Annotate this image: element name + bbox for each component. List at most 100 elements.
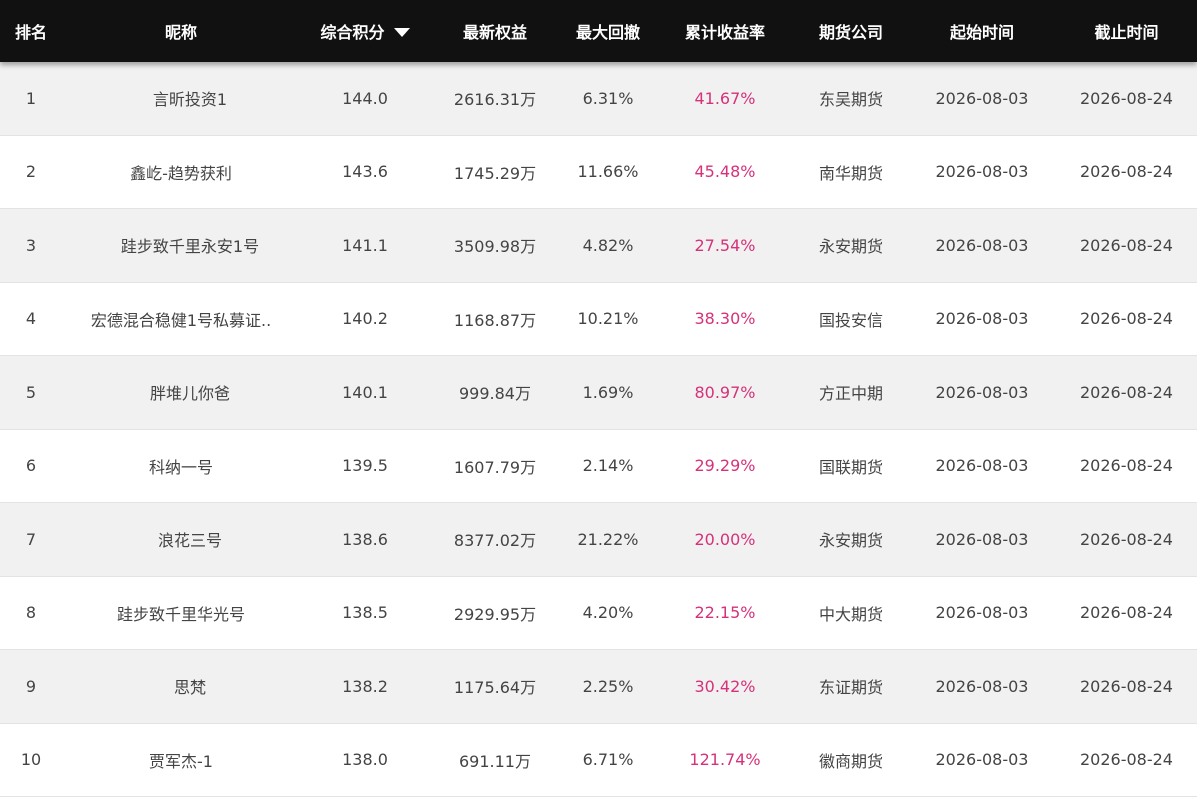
equity-cell: 691.11万 (430, 748, 560, 772)
company-cell: 东吴期货 (794, 86, 908, 110)
end-date-cell: 2026-08-24 (1056, 677, 1197, 696)
drawdown-cell: 4.82% (560, 236, 656, 255)
score-cell: 141.1 (300, 236, 430, 255)
name-cell[interactable]: 跬步致千里华光号 (62, 601, 300, 625)
table-row[interactable]: 7浪花三号138.68377.02万21.22%20.00%永安期货2026-0… (0, 503, 1197, 577)
name-cell[interactable]: 胖堆儿你爸 (62, 380, 300, 404)
rank-cell: 8 (0, 603, 62, 622)
name-cell[interactable]: 浪花三号 (62, 527, 300, 551)
return-cell: 80.97% (656, 383, 794, 402)
end-date-cell: 2026-08-24 (1056, 309, 1197, 328)
table-row[interactable]: 6科纳一号139.51607.79万2.14%29.29%国联期货2026-08… (0, 430, 1197, 504)
header-rank[interactable]: 排名 (0, 19, 62, 43)
rank-cell: 4 (0, 309, 62, 328)
drawdown-cell: 4.20% (560, 603, 656, 622)
return-cell: 38.30% (656, 309, 794, 328)
rank-cell: 2 (0, 162, 62, 181)
return-cell: 22.15% (656, 603, 794, 622)
return-cell: 45.48% (656, 162, 794, 181)
table-header: 排名 昵称 综合积分 最新权益 最大回撤 累计收益率 期货公司 起始时间 截止时… (0, 0, 1197, 62)
company-cell: 永安期货 (794, 527, 908, 551)
drawdown-cell: 6.31% (560, 89, 656, 108)
score-cell: 143.6 (300, 162, 430, 181)
equity-cell: 1175.64万 (430, 674, 560, 698)
equity-cell: 2929.95万 (430, 601, 560, 625)
rank-cell: 5 (0, 383, 62, 402)
score-cell: 138.6 (300, 530, 430, 549)
rank-cell: 1 (0, 89, 62, 108)
end-date-cell: 2026-08-24 (1056, 89, 1197, 108)
header-return[interactable]: 累计收益率 (656, 19, 794, 43)
table-body: 1言昕投资1144.02616.31万6.31%41.67%东吴期货2026-0… (0, 62, 1197, 797)
rank-cell: 3 (0, 236, 62, 255)
name-cell[interactable]: 宏德混合稳健1号私募证.. (62, 307, 300, 331)
equity-cell: 3509.98万 (430, 233, 560, 257)
company-cell: 国联期货 (794, 454, 908, 478)
table-row[interactable]: 1言昕投资1144.02616.31万6.31%41.67%东吴期货2026-0… (0, 62, 1197, 136)
rank-cell: 10 (0, 750, 62, 769)
name-cell[interactable]: 言昕投资1 (62, 86, 300, 110)
company-cell: 国投安信 (794, 307, 908, 331)
table-row[interactable]: 8跬步致千里华光号138.52929.95万4.20%22.15%中大期货202… (0, 577, 1197, 651)
return-cell: 29.29% (656, 456, 794, 475)
equity-cell: 1745.29万 (430, 160, 560, 184)
start-date-cell: 2026-08-03 (908, 603, 1056, 622)
table-row[interactable]: 3跬步致千里永安1号141.13509.98万4.82%27.54%永安期货20… (0, 209, 1197, 283)
drawdown-cell: 2.14% (560, 456, 656, 475)
end-date-cell: 2026-08-24 (1056, 456, 1197, 475)
end-date-cell: 2026-08-24 (1056, 530, 1197, 549)
ranking-table: 排名 昵称 综合积分 最新权益 最大回撤 累计收益率 期货公司 起始时间 截止时… (0, 0, 1197, 797)
start-date-cell: 2026-08-03 (908, 677, 1056, 696)
header-company[interactable]: 期货公司 (794, 19, 908, 43)
header-score[interactable]: 综合积分 (300, 19, 430, 43)
end-date-cell: 2026-08-24 (1056, 236, 1197, 255)
header-drawdown[interactable]: 最大回撤 (560, 19, 656, 43)
table-row[interactable]: 5胖堆儿你爸140.1999.84万1.69%80.97%方正中期2026-08… (0, 356, 1197, 430)
start-date-cell: 2026-08-03 (908, 456, 1056, 475)
equity-cell: 1607.79万 (430, 454, 560, 478)
return-cell: 41.67% (656, 89, 794, 108)
score-cell: 140.1 (300, 383, 430, 402)
return-cell: 20.00% (656, 530, 794, 549)
end-date-cell: 2026-08-24 (1056, 162, 1197, 181)
table-row[interactable]: 9思梵138.21175.64万2.25%30.42%东证期货2026-08-0… (0, 650, 1197, 724)
drawdown-cell: 21.22% (560, 530, 656, 549)
header-name[interactable]: 昵称 (62, 19, 300, 43)
return-cell: 27.54% (656, 236, 794, 255)
start-date-cell: 2026-08-03 (908, 236, 1056, 255)
company-cell: 永安期货 (794, 233, 908, 257)
score-cell: 138.2 (300, 677, 430, 696)
end-date-cell: 2026-08-24 (1056, 603, 1197, 622)
score-cell: 144.0 (300, 89, 430, 108)
name-cell[interactable]: 贾军杰-1 (62, 748, 300, 772)
company-cell: 徽商期货 (794, 748, 908, 772)
start-date-cell: 2026-08-03 (908, 750, 1056, 769)
name-cell[interactable]: 跬步致千里永安1号 (62, 233, 300, 257)
equity-cell: 999.84万 (430, 380, 560, 404)
caret-down-icon[interactable] (394, 28, 410, 37)
drawdown-cell: 11.66% (560, 162, 656, 181)
name-cell[interactable]: 科纳一号 (62, 454, 300, 478)
end-date-cell: 2026-08-24 (1056, 383, 1197, 402)
drawdown-cell: 1.69% (560, 383, 656, 402)
table-row[interactable]: 2鑫屹-趋势获利143.61745.29万11.66%45.48%南华期货202… (0, 136, 1197, 210)
table-row[interactable]: 10贾军杰-1138.0691.11万6.71%121.74%徽商期货2026-… (0, 724, 1197, 797)
score-cell: 138.0 (300, 750, 430, 769)
table-row[interactable]: 4宏德混合稳健1号私募证..140.21168.87万10.21%38.30%国… (0, 283, 1197, 357)
start-date-cell: 2026-08-03 (908, 162, 1056, 181)
header-end[interactable]: 截止时间 (1056, 19, 1197, 43)
company-cell: 方正中期 (794, 380, 908, 404)
equity-cell: 8377.02万 (430, 527, 560, 551)
drawdown-cell: 6.71% (560, 750, 656, 769)
score-cell: 138.5 (300, 603, 430, 622)
rank-cell: 6 (0, 456, 62, 475)
rank-cell: 9 (0, 677, 62, 696)
name-cell[interactable]: 鑫屹-趋势获利 (62, 160, 300, 184)
drawdown-cell: 10.21% (560, 309, 656, 328)
header-start[interactable]: 起始时间 (908, 19, 1056, 43)
name-cell[interactable]: 思梵 (62, 674, 300, 698)
equity-cell: 1168.87万 (430, 307, 560, 331)
start-date-cell: 2026-08-03 (908, 383, 1056, 402)
start-date-cell: 2026-08-03 (908, 530, 1056, 549)
header-equity[interactable]: 最新权益 (430, 19, 560, 43)
